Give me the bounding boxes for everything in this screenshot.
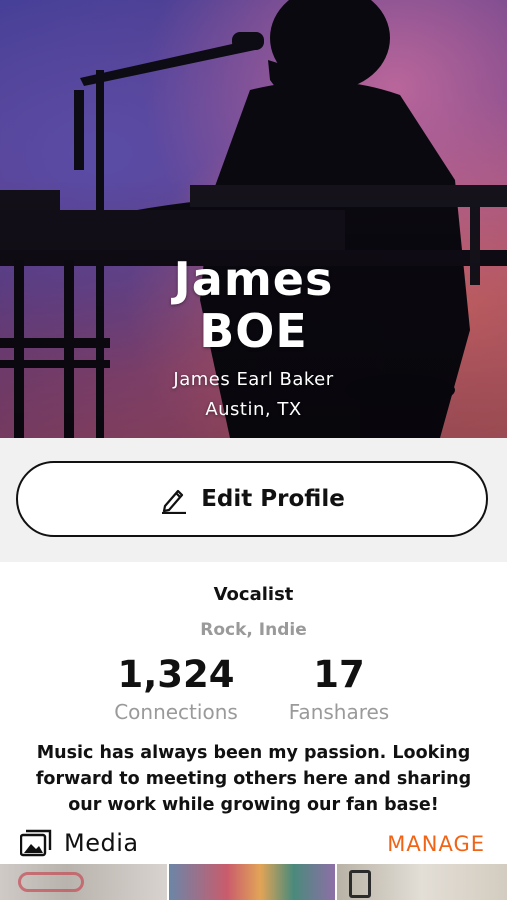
- profile-hero-photo: James BOE James Earl Baker Austin, TX: [0, 0, 507, 438]
- profile-last-name: BOE: [199, 304, 308, 358]
- profile-full-name: James Earl Baker: [173, 369, 334, 390]
- photo-gallery-icon: [19, 829, 52, 857]
- edit-profile-label: Edit Profile: [201, 486, 345, 512]
- edit-profile-section: Edit Profile: [0, 438, 507, 562]
- manage-media-link[interactable]: MANAGE: [387, 832, 485, 856]
- connections-count: 1,324: [117, 653, 235, 696]
- profile-location: Austin, TX: [205, 399, 302, 420]
- profile-first-name: James: [173, 252, 334, 306]
- profile-role: Vocalist: [213, 584, 294, 605]
- media-thumbnail[interactable]: [0, 864, 167, 900]
- fanshares-label: Fanshares: [288, 700, 390, 724]
- media-thumbnail-strip: [0, 864, 507, 900]
- profile-genres: Rock, Indie: [200, 620, 307, 640]
- media-section-header: Media MANAGE: [0, 826, 507, 862]
- profile-bio: Music has always been my passion. Lookin…: [35, 743, 472, 815]
- pencil-icon: [159, 484, 189, 515]
- media-thumbnail[interactable]: [337, 864, 507, 900]
- media-title: Media: [64, 829, 139, 857]
- connections-label: Connections: [114, 700, 238, 724]
- connections-stat[interactable]: 1,324 Connections: [103, 652, 249, 726]
- edit-profile-button[interactable]: Edit Profile: [16, 461, 488, 537]
- media-thumbnail[interactable]: [169, 864, 335, 900]
- fanshares-count: 17: [313, 653, 365, 696]
- fanshares-stat[interactable]: 17 Fanshares: [278, 652, 400, 726]
